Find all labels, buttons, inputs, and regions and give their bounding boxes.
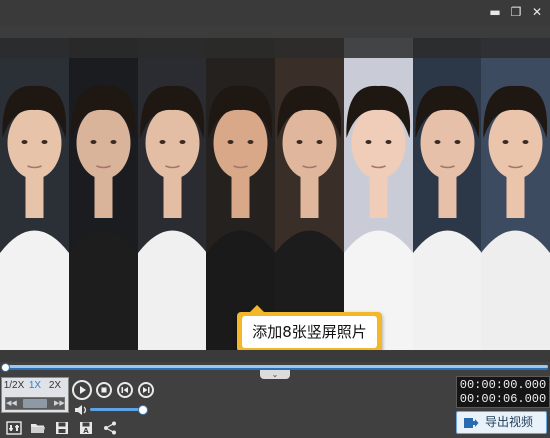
save-as-icon[interactable]: A [78, 420, 94, 436]
portrait-image [206, 38, 276, 350]
tooltip-text: 添加8张竖屏照片 [242, 316, 377, 348]
photo-strip [206, 38, 276, 350]
photo-strip [412, 38, 482, 350]
title-bar: ▬ ❐ ✕ [0, 0, 550, 26]
portrait-image [412, 38, 482, 350]
video-editor-window: ▬ ❐ ✕ 添加8张竖屏照片 ⌄ 1/2X 1X 2X ◀◀ ▶▶ 00:00:… [0, 0, 550, 438]
portrait-image [0, 38, 69, 350]
previous-frame-icon [121, 387, 128, 393]
photo-strip [275, 38, 344, 350]
photo-strip [137, 38, 207, 350]
save-icon[interactable] [54, 420, 70, 436]
restore-button[interactable]: ❐ [508, 4, 524, 20]
portrait-image [481, 38, 550, 350]
video-preview[interactable]: 添加8张竖屏照片 [0, 38, 550, 350]
play-button[interactable] [72, 380, 92, 400]
collapse-toggle[interactable]: ⌄ [260, 370, 290, 379]
photo-strip [68, 38, 138, 350]
restore-icon: ❐ [510, 5, 522, 19]
next-frame-icon [143, 387, 150, 393]
hint-tooltip: 添加8张竖屏照片 [237, 305, 382, 350]
portrait-image [275, 38, 344, 350]
stop-button[interactable] [96, 382, 112, 398]
timeline-gap [0, 350, 550, 362]
photo-strip [481, 38, 550, 350]
tooltip-arrow [250, 305, 264, 312]
speed-slider-thumb[interactable] [23, 399, 47, 408]
portrait-image [68, 38, 138, 350]
export-video-button[interactable]: 导出视频 [456, 411, 547, 434]
volume-slider-thumb[interactable] [138, 405, 148, 415]
chevron-down-icon: ⌄ [271, 370, 279, 379]
export-video-label: 导出视频 [485, 415, 534, 429]
next-frame-button[interactable] [138, 382, 154, 398]
share-icon[interactable] [102, 420, 118, 436]
total-time: 00:00:06.000 [459, 392, 547, 406]
close-button[interactable]: ✕ [529, 4, 545, 20]
speed-slider[interactable]: ◀◀ ▶▶ [5, 397, 65, 410]
previous-frame-button[interactable] [117, 382, 133, 398]
speed-increase-icon[interactable]: ▶▶ [54, 398, 65, 409]
open-folder-icon[interactable] [30, 420, 46, 436]
speed-option-half[interactable]: 1/2X [3, 379, 25, 393]
photo-strip [0, 38, 69, 350]
timeline-highlight [2, 365, 548, 368]
speed-option-normal[interactable]: 1X [27, 379, 43, 393]
settings-icon[interactable] [6, 420, 22, 436]
close-icon: ✕ [531, 5, 543, 19]
speed-control: 1/2X 1X 2X ◀◀ ▶▶ [1, 377, 69, 413]
speed-option-double[interactable]: 2X [45, 379, 65, 393]
volume-slider[interactable] [90, 408, 142, 411]
volume-icon[interactable] [74, 404, 88, 416]
play-icon [80, 386, 86, 394]
current-time: 00:00:00.000 [459, 378, 547, 392]
minimize-button[interactable]: ▬ [487, 4, 503, 20]
preview-top-band [0, 38, 550, 58]
timeline-playhead[interactable] [1, 363, 10, 372]
minimize-icon: ▬ [489, 5, 501, 19]
export-icon [464, 418, 479, 428]
portrait-image [343, 38, 413, 350]
time-display: 00:00:00.000 00:00:06.000 [456, 376, 550, 408]
photo-strip [343, 38, 413, 350]
svg-text:A: A [83, 427, 89, 435]
stop-icon [101, 387, 107, 393]
speed-decrease-icon[interactable]: ◀◀ [6, 398, 17, 409]
portrait-image [137, 38, 207, 350]
